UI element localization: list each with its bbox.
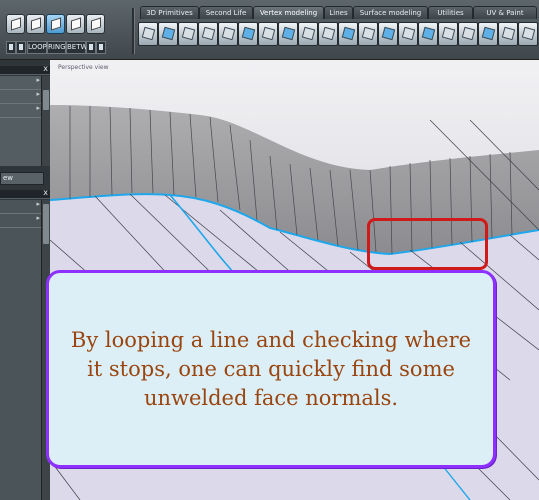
panel-item[interactable] — [0, 214, 41, 228]
polygon-tool-icon[interactable] — [298, 22, 318, 46]
unwelded-highlight — [367, 218, 488, 270]
vertex-select-icon[interactable] — [26, 14, 45, 34]
tab-utilities[interactable]: Utilities — [428, 6, 473, 19]
lower-panel-list — [0, 200, 42, 500]
toolbar-separator — [132, 8, 135, 54]
panel-item[interactable] — [0, 200, 41, 214]
callout-text: By looping a line and checking where it … — [70, 327, 472, 410]
tab-lines[interactable]: Lines — [324, 6, 353, 19]
circle-toggle-icon[interactable] — [96, 41, 106, 54]
extrude-tool-icon[interactable] — [178, 22, 198, 46]
viewport-label: Perspective view — [58, 64, 109, 71]
edge-select-icon[interactable] — [46, 14, 65, 34]
left-panel: x ew x — [0, 60, 50, 500]
split-tool-icon[interactable] — [418, 22, 438, 46]
gear-tool-icon[interactable] — [358, 22, 378, 46]
magnet-tool-icon[interactable] — [498, 22, 518, 46]
betw-button[interactable]: BETW — [66, 41, 87, 54]
top-toolbar: LOOP RING BETW 3D Primitives Second Life… — [0, 0, 539, 60]
object-select-icon[interactable] — [86, 14, 105, 34]
property-row[interactable] — [0, 76, 41, 90]
panel-scrollbar[interactable] — [41, 76, 50, 166]
vertex-tools — [138, 20, 539, 50]
loop-tool-icon[interactable] — [478, 22, 498, 46]
bend-tool-icon[interactable] — [258, 22, 278, 46]
cube-select-icon[interactable] — [6, 14, 25, 34]
tab-vertex-modeling[interactable]: Vertex modeling — [253, 6, 324, 19]
wing-tool-icon[interactable] — [318, 22, 338, 46]
chain-tool-icon[interactable] — [338, 22, 358, 46]
bridge-tool-icon[interactable] — [198, 22, 218, 46]
plane-tool-icon[interactable] — [218, 22, 238, 46]
weld-tool-icon[interactable] — [398, 22, 418, 46]
properties-list — [0, 76, 42, 166]
close-icon[interactable]: x — [43, 188, 48, 197]
close-icon[interactable]: x — [43, 64, 48, 73]
smooth-tool-icon[interactable] — [438, 22, 458, 46]
tab-second-life[interactable]: Second Life — [199, 6, 253, 19]
brush-select-icon[interactable] — [6, 41, 16, 54]
face-select-icon[interactable] — [66, 14, 85, 34]
cube-tool-icon[interactable] — [138, 22, 158, 46]
tab-surface-modeling[interactable]: Surface modeling — [353, 6, 428, 19]
property-row[interactable] — [0, 90, 41, 104]
sphere-tool-icon[interactable] — [378, 22, 398, 46]
scrollbar-thumb[interactable] — [43, 204, 49, 244]
bevel-tool-icon[interactable] — [158, 22, 178, 46]
selection-tools: LOOP RING BETW — [6, 14, 130, 56]
panel-header-top: x — [0, 64, 50, 75]
fold-tool-icon[interactable] — [278, 22, 298, 46]
flatten-tool-icon[interactable] — [458, 22, 478, 46]
panel-header-bottom: x — [0, 188, 50, 199]
view-button[interactable]: ew — [0, 172, 44, 185]
select-plus-icon[interactable] — [518, 22, 538, 46]
lasso-select-icon[interactable] — [16, 41, 26, 54]
mode-toggle-icon[interactable] — [86, 41, 96, 54]
callout-box: By looping a line and checking where it … — [46, 270, 496, 468]
tab-3d-primitives[interactable]: 3D Primitives — [140, 6, 199, 19]
ring-button[interactable]: RING — [47, 41, 66, 54]
property-row[interactable] — [0, 104, 41, 118]
tab-uv-paint[interactable]: UV & Paint — [473, 6, 537, 19]
scrollbar-thumb[interactable] — [43, 90, 49, 110]
loop-button[interactable]: LOOP — [27, 41, 47, 54]
lathe-tool-icon[interactable] — [238, 22, 258, 46]
